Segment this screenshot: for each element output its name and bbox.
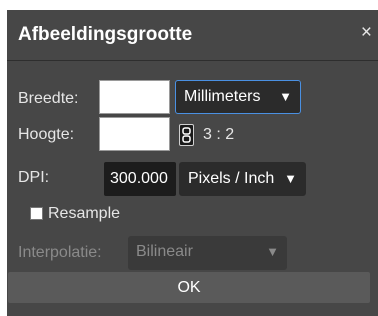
chevron-down-icon: ▼ [266, 244, 279, 259]
unit-select-value: Millimeters [184, 88, 261, 105]
image-size-dialog: Afbeeldingsgrootte × Breedte: Millimeter… [7, 10, 378, 316]
aspect-ratio: 3 : 2 [203, 126, 235, 143]
interpolation-select-value: Bilineair [136, 243, 193, 260]
link-icon[interactable] [179, 124, 194, 146]
resample-label[interactable]: Resample [48, 205, 120, 223]
chain-link-icon [182, 127, 191, 143]
dialog-titlebar: Afbeeldingsgrootte × [7, 10, 378, 61]
ok-button[interactable]: OK [8, 272, 370, 303]
width-input[interactable] [99, 80, 170, 114]
height-label: Hoogte: [18, 126, 75, 143]
chevron-down-icon: ▼ [279, 89, 292, 104]
unit-select[interactable]: Millimeters ▼ [175, 80, 301, 114]
width-label: Breedte: [18, 90, 79, 107]
dpi-unit-select-value: Pixels / Inch [188, 170, 275, 187]
height-input[interactable] [99, 117, 170, 151]
interpolation-label: Interpolatie: [18, 244, 102, 261]
dpi-input[interactable]: 300.000 [104, 162, 176, 196]
close-icon[interactable]: × [361, 23, 372, 42]
dialog-title: Afbeeldingsgrootte [18, 24, 193, 45]
dpi-input-value: 300.000 [110, 170, 168, 187]
dpi-label: DPI: [18, 169, 50, 186]
chevron-down-icon: ▼ [284, 171, 297, 186]
dpi-unit-select[interactable]: Pixels / Inch ▼ [179, 162, 306, 196]
interpolation-select[interactable]: Bilineair ▼ [128, 236, 287, 270]
resample-checkbox[interactable] [30, 207, 43, 220]
